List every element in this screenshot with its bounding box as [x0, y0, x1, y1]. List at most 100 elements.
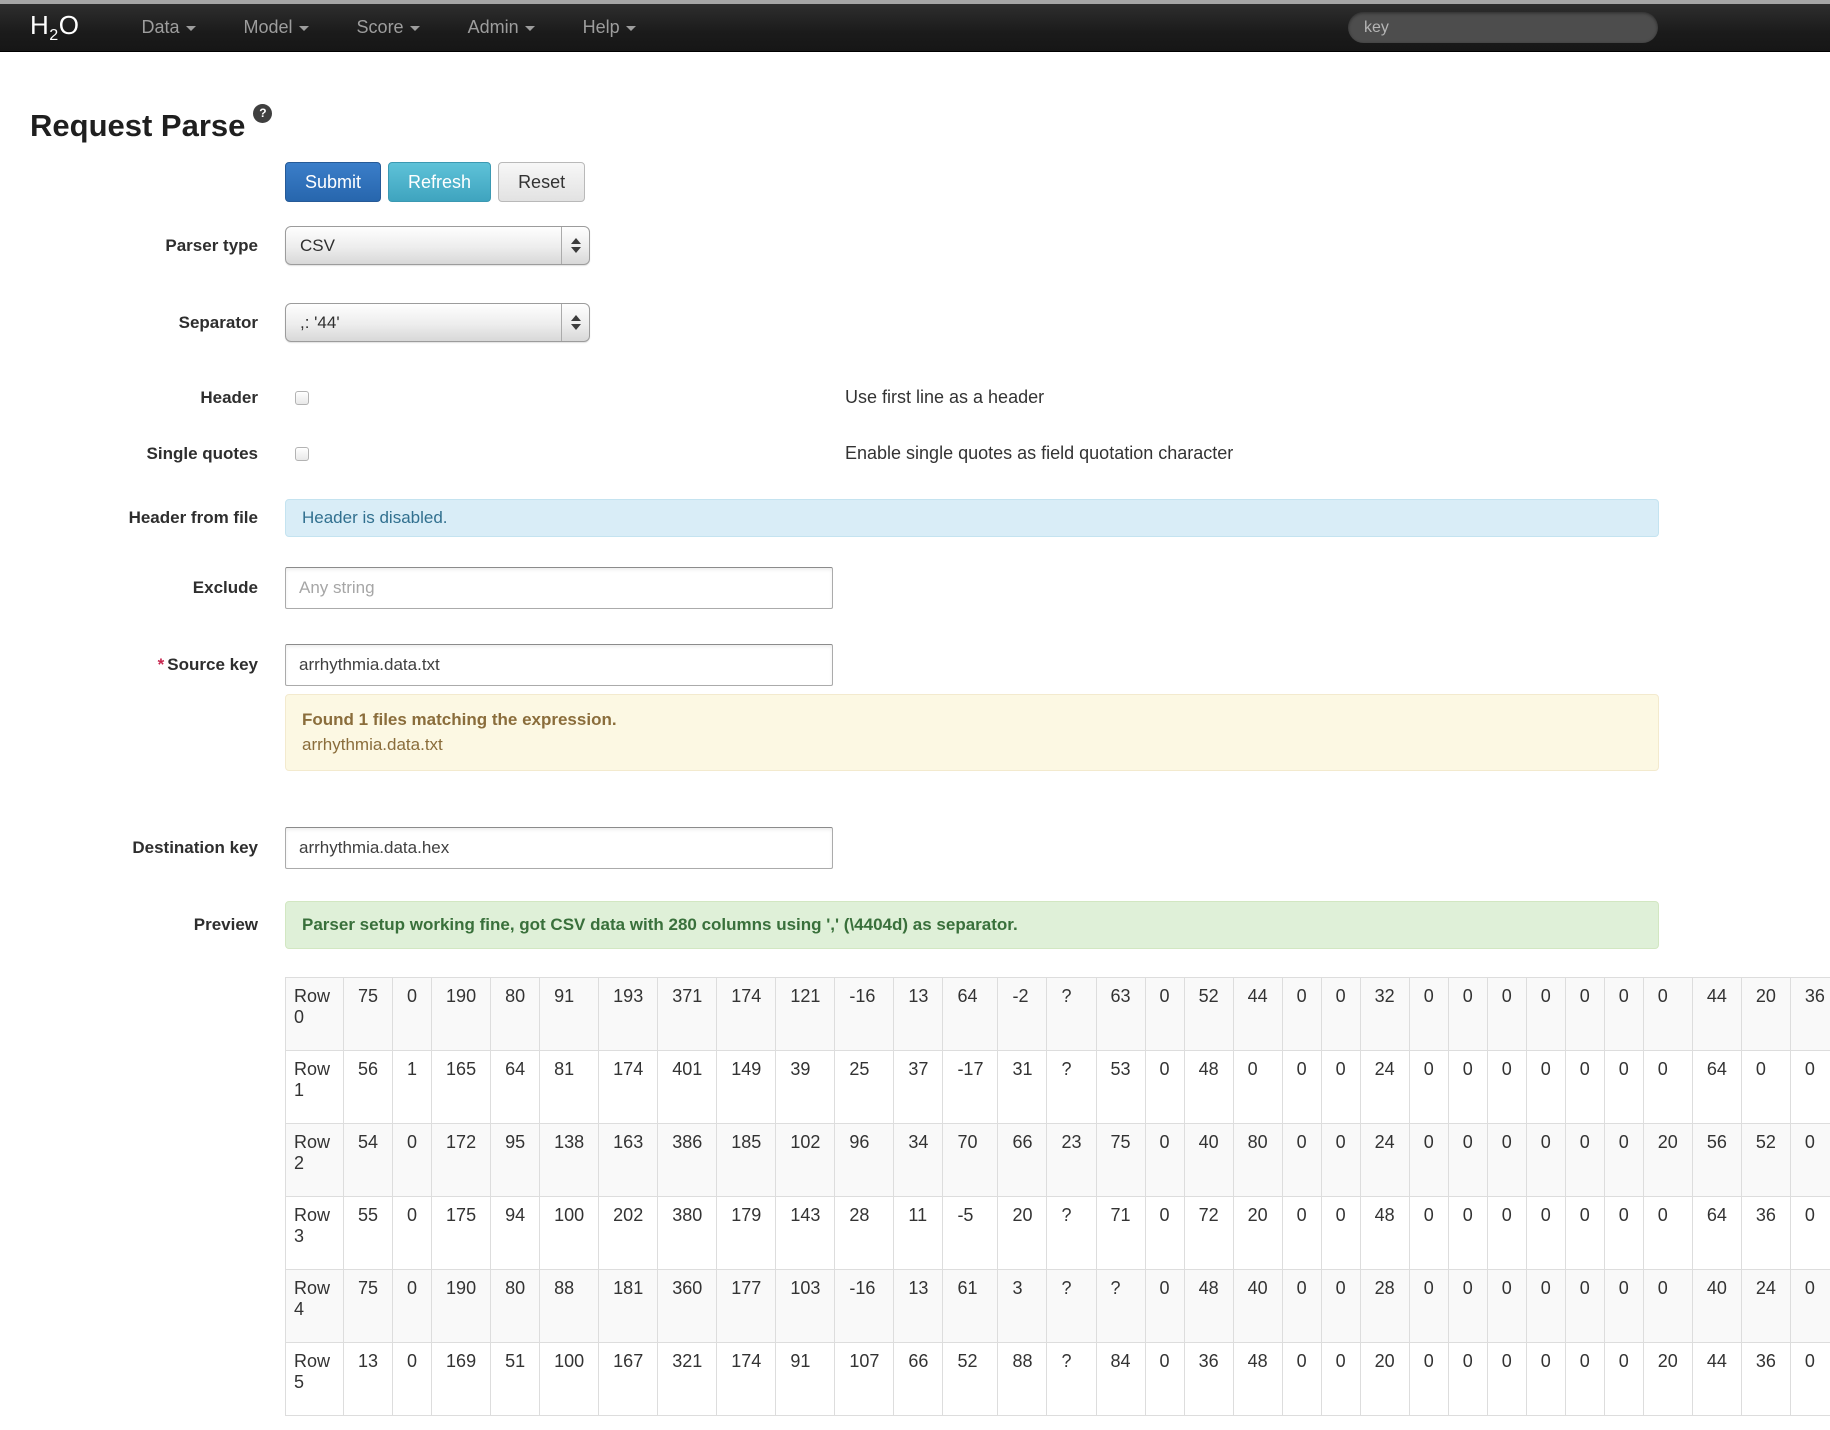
cell: 70	[942, 1123, 999, 1197]
cell: 0	[1603, 1342, 1644, 1416]
single-quotes-checkbox[interactable]	[295, 446, 309, 461]
destination-key-input[interactable]	[285, 827, 833, 869]
brand-text-o: O	[58, 9, 80, 40]
brand-text: H	[30, 9, 50, 40]
key-search-input[interactable]	[1348, 12, 1658, 43]
cell: 0	[1320, 1123, 1361, 1197]
files-found-title: Found 1 files matching the expression.	[302, 710, 617, 729]
cell: 96	[834, 1123, 895, 1197]
cell: 177	[716, 1269, 777, 1343]
cell: 54	[342, 1123, 394, 1197]
nav-menu-data[interactable]: Data	[117, 17, 219, 38]
cell: 64	[490, 1050, 541, 1124]
cell: 0	[1320, 1050, 1361, 1124]
cell: 0	[1564, 1050, 1605, 1124]
cell: 20	[997, 1196, 1048, 1270]
cell: 13	[893, 1269, 944, 1343]
cell: 0	[1603, 1269, 1644, 1343]
caret-down-icon	[625, 26, 636, 31]
table-row: Row 2 54 0 172 95 138 163 386 185 102 96 34 70 66 23 75…	[285, 1123, 1830, 1197]
cell: 174	[716, 1342, 777, 1416]
select-arrows-icon	[561, 304, 589, 341]
cell: 102	[775, 1123, 836, 1197]
separator-select[interactable]: ,: '44'	[285, 303, 590, 342]
cell: 0	[1789, 1342, 1830, 1416]
cell: ?	[1046, 1050, 1097, 1124]
cell: 0	[1144, 1196, 1185, 1270]
cell: 401	[657, 1050, 718, 1124]
row-label-cell: Row 4	[285, 1269, 344, 1343]
cell: 36	[1183, 1342, 1234, 1416]
header-help-text: Use first line as a header	[845, 387, 1045, 407]
header-label: Header	[200, 387, 258, 407]
cell: 75	[342, 1269, 394, 1343]
cell: 40	[1691, 1269, 1742, 1343]
cell: 163	[598, 1123, 659, 1197]
cell: 56	[342, 1050, 394, 1124]
cell: 88	[539, 1269, 600, 1343]
cell: 0	[1486, 1342, 1527, 1416]
cell: 0	[1320, 977, 1361, 1051]
cell: 84	[1095, 1342, 1146, 1416]
nav-menu-help[interactable]: Help	[559, 17, 660, 38]
separator-row: Separator ,: '44'	[0, 303, 1830, 342]
cell: 48	[1232, 1342, 1283, 1416]
cell: 185	[716, 1123, 777, 1197]
submit-button[interactable]: Submit	[285, 162, 382, 202]
cell: 80	[1232, 1123, 1283, 1197]
help-icon[interactable]: ?	[253, 104, 273, 123]
nav-menu-admin[interactable]: Admin	[444, 17, 559, 38]
cell: 103	[775, 1269, 836, 1343]
header-row: Header Use first line as a header	[0, 387, 1830, 408]
refresh-button[interactable]: Refresh	[388, 162, 492, 202]
required-asterisk: *	[157, 655, 165, 674]
cell: 181	[598, 1269, 659, 1343]
cell: 0	[392, 977, 433, 1051]
row-label-cell: Row 3	[285, 1196, 344, 1270]
source-key-label-text: Source key	[167, 655, 258, 674]
cell: 100	[539, 1342, 600, 1416]
cell: 0	[1525, 1269, 1566, 1343]
cell: 0	[1408, 1050, 1449, 1124]
cell: 0	[1642, 1269, 1693, 1343]
cell: 55	[342, 1196, 394, 1270]
nav-menu-label: Score	[356, 17, 404, 37]
cell: 72	[1183, 1196, 1234, 1270]
exclude-input[interactable]	[285, 567, 833, 609]
cell: 0	[1486, 1123, 1527, 1197]
cell: 0	[1408, 977, 1449, 1051]
cell: -5	[942, 1196, 999, 1270]
cell: 20	[1359, 1342, 1410, 1416]
cell: 0	[1564, 1342, 1605, 1416]
h2o-brand-logo[interactable]: H2O	[30, 10, 79, 45]
source-key-stack: Found 1 files matching the expression. a…	[285, 644, 1659, 827]
reset-button[interactable]: Reset	[498, 162, 586, 202]
nav-menu-model[interactable]: Model	[220, 17, 333, 38]
exclude-label: Exclude	[192, 578, 258, 597]
row-label-cell: Row 2	[285, 1123, 344, 1197]
cell: 94	[490, 1196, 541, 1270]
cell: 0	[1564, 977, 1605, 1051]
cell: 0	[1740, 1050, 1791, 1124]
source-key-input[interactable]	[285, 644, 833, 686]
cell: 0	[1789, 1123, 1830, 1197]
cell: 0	[392, 1123, 433, 1197]
preview-label: Preview	[193, 915, 258, 934]
cell: 172	[431, 1123, 492, 1197]
header-checkbox[interactable]	[295, 390, 309, 405]
parser-type-select[interactable]: CSV	[285, 226, 590, 265]
cell: 63	[1095, 977, 1146, 1051]
cell: 0	[1408, 1123, 1449, 1197]
cell: 0	[1603, 1196, 1644, 1270]
cell: 0	[1447, 1050, 1488, 1124]
destination-key-row: Destination key	[0, 827, 1830, 869]
cell: 0	[1486, 1196, 1527, 1270]
nav-menu-label: Help	[582, 17, 620, 37]
separator-value: ,: '44'	[300, 312, 340, 332]
cell: 190	[431, 977, 492, 1051]
header-disabled-infobox: Header is disabled.	[285, 499, 1659, 537]
nav-menu-score[interactable]: Score	[333, 17, 444, 38]
separator-label: Separator	[178, 313, 258, 332]
cell: 0	[1789, 1196, 1830, 1270]
cell: 20	[1642, 1342, 1693, 1416]
